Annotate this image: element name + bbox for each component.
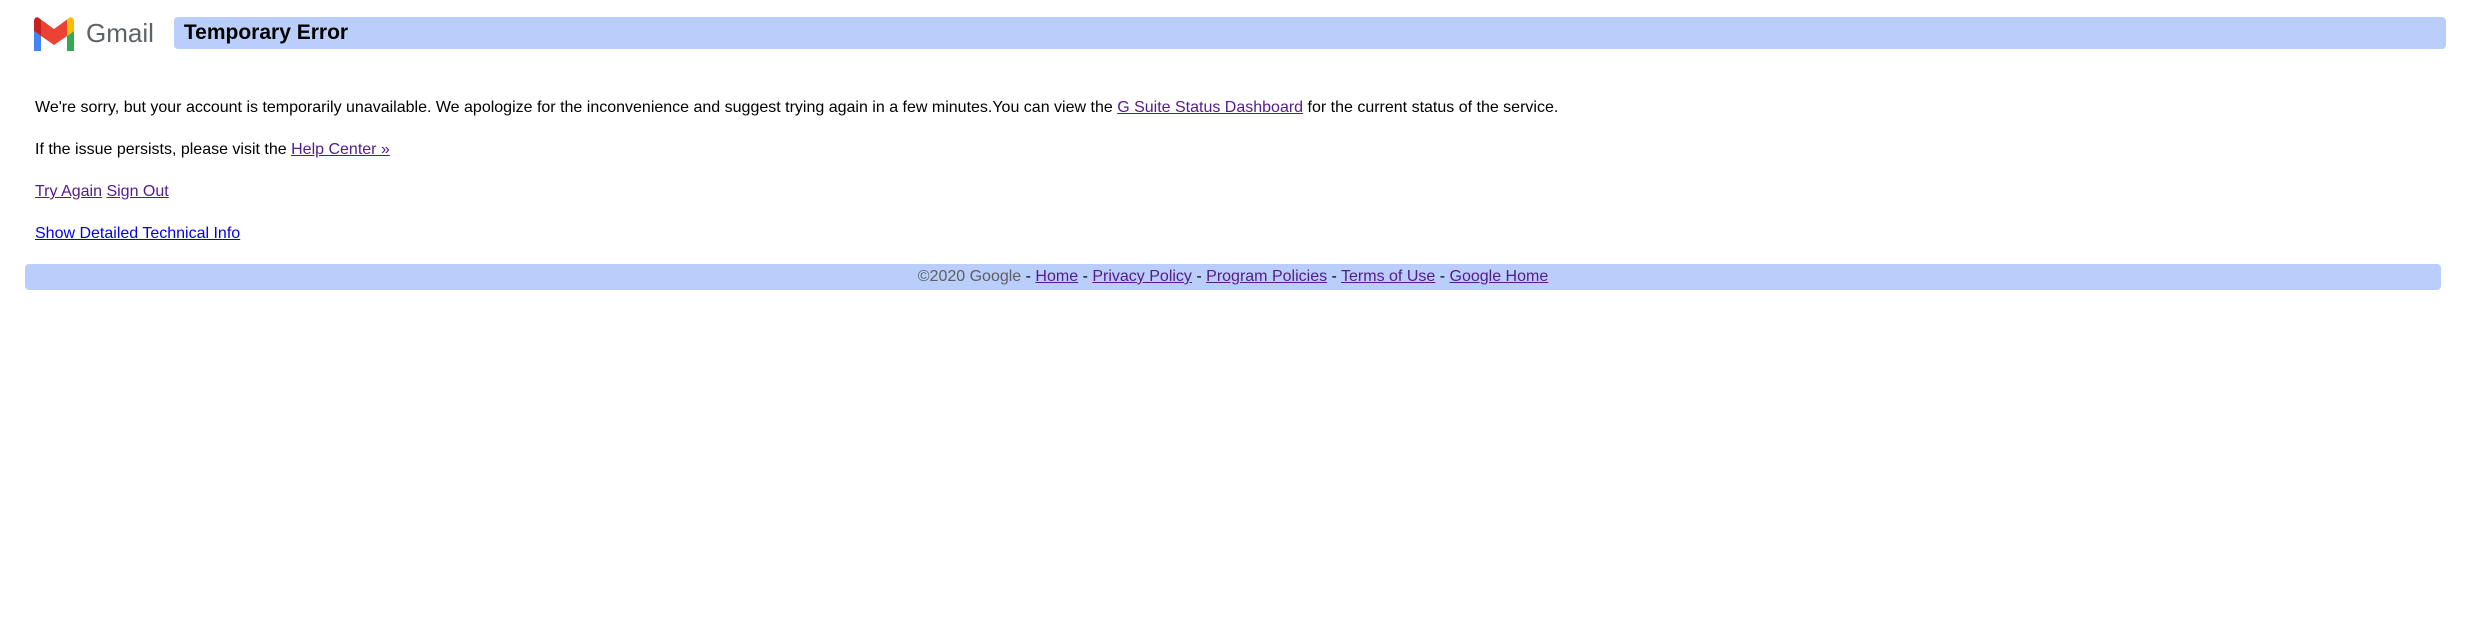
gmail-logo-text: Gmail [86,18,154,49]
footer-bar: ©2020 Google - Home - Privacy Policy - P… [25,264,2441,290]
page-title: Temporary Error [184,21,2436,45]
persist-text: If the issue persists, please visit the [35,141,291,158]
help-center-link[interactable]: Help Center » [291,141,390,158]
apology-text-2: for the current status of the service. [1303,99,1558,116]
footer-home-link[interactable]: Home [1035,268,1078,285]
show-tech-info-link[interactable]: Show Detailed Technical Info [35,225,240,242]
sign-out-link[interactable]: Sign Out [106,183,168,200]
footer-separator: - [1026,268,1036,285]
status-dashboard-link[interactable]: G Suite Status Dashboard [1117,99,1303,116]
content-area: We're sorry, but your account is tempora… [20,96,2446,246]
title-bar: Temporary Error [174,17,2446,49]
footer-separator: - [1196,268,1206,285]
footer-terms-link[interactable]: Terms of Use [1341,268,1435,285]
header-row: Gmail Temporary Error [20,10,2446,56]
gmail-logo: Gmail [20,10,164,56]
footer-separator: - [1440,268,1450,285]
tech-info-row: Show Detailed Technical Info [35,222,2431,246]
footer-separator: - [1083,268,1093,285]
footer-program-link[interactable]: Program Policies [1206,268,1327,285]
action-links: Try Again Sign Out [35,180,2431,204]
footer-google-home-link[interactable]: Google Home [1450,268,1549,285]
apology-text-1: We're sorry, but your account is tempora… [35,99,1117,116]
apology-message: We're sorry, but your account is tempora… [35,96,2431,120]
footer-separator: - [1332,268,1341,285]
try-again-link[interactable]: Try Again [35,183,102,200]
footer-privacy-link[interactable]: Privacy Policy [1092,268,1192,285]
footer-copyright: ©2020 Google [918,268,1021,285]
persist-message: If the issue persists, please visit the … [35,138,2431,162]
gmail-m-icon [30,15,78,51]
